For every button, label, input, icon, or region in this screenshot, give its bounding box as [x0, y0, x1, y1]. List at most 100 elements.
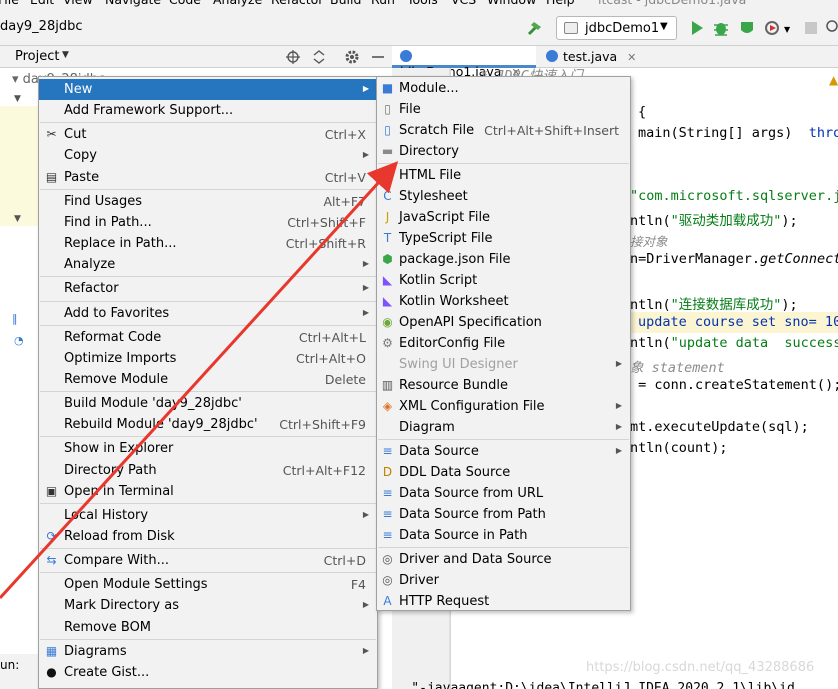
menu-item-optimize-imports[interactable]: Optimize Imports Ctrl+Alt+O [39, 348, 377, 369]
menu-item-add-framework-support[interactable]: Add Framework Support... [39, 100, 377, 121]
menubar-item[interactable]: File [0, 0, 19, 7]
menubar-item[interactable]: Edit [30, 0, 54, 7]
menu-item-show-in-explorer[interactable]: Show in Explorer [39, 438, 377, 459]
search-icon[interactable] [825, 19, 838, 37]
debug-icon[interactable] [712, 19, 730, 37]
menu-item-html-file[interactable]: ◫ HTML File [377, 165, 630, 186]
menu-item-copy[interactable]: Copy ▶ [39, 145, 377, 166]
menu-item-xml-configuration-file[interactable]: ◈ XML Configuration File ▶ [377, 396, 630, 417]
menu-item-rebuild-module-day9-28jdbc[interactable]: Rebuild Module 'day9_28jdbc' Ctrl+Shift+F… [39, 414, 377, 435]
menu-item-diagram[interactable]: Diagram ▶ [377, 417, 630, 438]
menubar-item[interactable]: Run [371, 0, 395, 7]
menu-item-label: Reload from Disk [64, 529, 175, 544]
code-line[interactable]: "com.microsoft.sqlserver.j [630, 188, 838, 204]
menu-item-analyze[interactable]: Analyze ▶ [39, 254, 377, 275]
menu-item-http-request[interactable]: A HTTP Request [377, 591, 630, 612]
menu-item-driver-and-data-source[interactable]: ◎ Driver and Data Source [377, 549, 630, 570]
menubar-item[interactable]: Window [487, 0, 536, 7]
menu-item-paste[interactable]: ▤ Paste Ctrl+V [39, 167, 377, 188]
code-line[interactable]: ntln("update data success [630, 335, 838, 351]
coverage-icon[interactable] [738, 19, 756, 37]
menu-item-create-gist[interactable]: ● Create Gist... [39, 662, 377, 683]
menu-item-reformat-code[interactable]: Reformat Code Ctrl+Alt+L [39, 327, 377, 348]
menu-item-label: Copy [64, 148, 97, 164]
project-name-breadcrumb[interactable]: day9_28jdbc [0, 19, 83, 34]
menubar-item[interactable]: Analyze [213, 0, 262, 7]
project-view-label[interactable]: Project [15, 49, 59, 64]
menubar-item[interactable]: VCS [451, 0, 476, 7]
menu-item-open-in-terminal[interactable]: ▣ Open in Terminal [39, 481, 377, 502]
menu-item-file[interactable]: ▯ File [377, 99, 630, 120]
stop-icon[interactable] [802, 19, 820, 37]
menu-item-driver[interactable]: ◎ Driver [377, 570, 630, 591]
menu-item-data-source[interactable]: ≡ Data Source ▶ [377, 441, 630, 462]
profile-icon[interactable] [764, 19, 782, 37]
gear-icon[interactable] [344, 49, 360, 65]
menubar-item[interactable]: Help [546, 0, 575, 7]
menu-item-scratch-file[interactable]: ▯ Scratch File Ctrl+Alt+Shift+Insert [377, 120, 630, 141]
menubar-item[interactable]: View [63, 0, 93, 7]
menu-item-diagrams[interactable]: ▦ Diagrams ▶ [39, 641, 377, 662]
menu-item-module[interactable]: ■ Module... [377, 78, 630, 99]
code-line[interactable]: n=DriverManager.getConnect [630, 251, 838, 267]
menu-item-data-source-in-path[interactable]: ≡ Data Source in Path [377, 525, 630, 546]
build-hammer-icon[interactable] [526, 19, 544, 37]
menubar-item[interactable]: Build [330, 0, 361, 7]
menu-item-find-in-path[interactable]: Find in Path... Ctrl+Shift+F [39, 212, 377, 233]
menu-item-mark-directory-as[interactable]: Mark Directory as ▶ [39, 595, 377, 616]
menu-item-data-source-from-path[interactable]: ≡ Data Source from Path [377, 504, 630, 525]
warning-icon[interactable]: ▲ [829, 73, 838, 87]
menu-item-kotlin-script[interactable]: ◣ Kotlin Script [377, 270, 630, 291]
menubar-item[interactable]: Tools [407, 0, 438, 7]
menu-item-javascript-file[interactable]: J JavaScript File [377, 207, 630, 228]
collapse-all-icon[interactable] [311, 49, 327, 65]
menu-item-typescript-file[interactable]: T TypeScript File [377, 228, 630, 249]
menu-item-compare-with[interactable]: ⇆ Compare With... Ctrl+D [39, 550, 377, 571]
minimize-icon[interactable] [370, 49, 386, 65]
menubar-item[interactable]: Refactor [271, 0, 323, 7]
menubar-item[interactable]: Code [169, 0, 201, 7]
code-line[interactable]: mt.executeUpdate(sql); [630, 419, 809, 435]
chevron-down-icon[interactable]: ▼ [62, 50, 69, 60]
code-line[interactable]: update course set sno= 10 [638, 314, 838, 330]
code-line[interactable]: { [638, 104, 646, 120]
run-configuration-dropdown[interactable]: jdbcDemo1 ▼ [556, 16, 677, 40]
menu-item-openapi-specification[interactable]: ◉ OpenAPI Specification [377, 312, 630, 333]
menu-item-cut[interactable]: ✂ Cut Ctrl+X [39, 124, 377, 145]
menu-item-reload-from-disk[interactable]: ⟳ Reload from Disk [39, 526, 377, 547]
menu-item-editorconfig-file[interactable]: ⚙ EditorConfig File [377, 333, 630, 354]
code-line[interactable]: ntln(count); [630, 440, 728, 456]
chevron-down-icon[interactable]: ▼ [14, 214, 21, 224]
code-line[interactable]: 象 statement [630, 356, 725, 376]
menu-item-new[interactable]: New ▶ [39, 79, 377, 100]
menu-item-remove-bom[interactable]: Remove BOM [39, 617, 377, 638]
menu-item-data-source-from-url[interactable]: ≡ Data Source from URL [377, 483, 630, 504]
menu-item-local-history[interactable]: Local History ▶ [39, 505, 377, 526]
chevron-down-icon[interactable]: ▼ [14, 94, 21, 104]
run-icon[interactable] [688, 19, 706, 37]
menu-item-refactor[interactable]: Refactor ▶ [39, 278, 377, 299]
code-line[interactable]: = conn.createStatement(); [630, 377, 838, 393]
menu-item-add-to-favorites[interactable]: Add to Favorites ▶ [39, 303, 377, 324]
run-label[interactable]: un: [0, 658, 19, 672]
chevron-down-icon[interactable]: ▼ [784, 25, 802, 43]
menu-item-find-usages[interactable]: Find Usages Alt+F7 [39, 191, 377, 212]
menu-item-open-module-settings[interactable]: Open Module Settings F4 [39, 574, 377, 595]
menu-item-ddl-data-source[interactable]: D DDL Data Source [377, 462, 630, 483]
close-icon[interactable]: ✕ [627, 51, 636, 64]
code-line[interactable]: main(String[] args) thro [638, 125, 838, 141]
menu-item-directory[interactable]: ▬ Directory [377, 141, 630, 162]
menu-item-remove-module[interactable]: Remove Module Delete [39, 369, 377, 390]
menu-item-directory-path[interactable]: Directory Path Ctrl+Alt+F12 [39, 460, 377, 481]
code-line[interactable]: 接对象 [630, 231, 668, 250]
menu-item-package-json-file[interactable]: ⬢ package.json File [377, 249, 630, 270]
menu-item-resource-bundle[interactable]: ▥ Resource Bundle [377, 375, 630, 396]
locate-icon[interactable] [285, 49, 301, 65]
menu-item-stylesheet[interactable]: C Stylesheet [377, 186, 630, 207]
menubar-item[interactable]: Navigate [105, 0, 161, 7]
menu-item-build-module-day9-28jdbc[interactable]: Build Module 'day9_28jdbc' [39, 393, 377, 414]
menu-item-replace-in-path[interactable]: Replace in Path... Ctrl+Shift+R [39, 233, 377, 254]
code-line[interactable]: ntln("驱动类加载成功"); [630, 209, 798, 229]
code-line[interactable]: ntln("连接数据库成功"); [630, 293, 798, 313]
menu-item-kotlin-worksheet[interactable]: ◣ Kotlin Worksheet [377, 291, 630, 312]
